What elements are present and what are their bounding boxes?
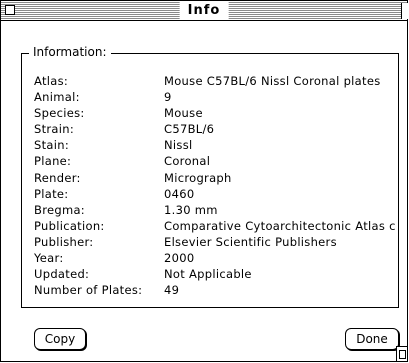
- field-value: Mouse C57BL/6 Nissl Coronal plates: [164, 74, 381, 88]
- field-row-stain: Stain: Nissl: [34, 137, 398, 153]
- field-row-publication: Publication: Comparative Cytoarchitectoni…: [34, 218, 398, 234]
- field-label: Year:: [34, 251, 64, 266]
- field-row-strain: Strain: C57BL/6: [34, 121, 398, 137]
- field-value: C57BL/6: [164, 122, 215, 137]
- field-label: Plane:: [34, 154, 72, 169]
- field-row-publisher: Publisher: Elsevier Scientific Publishers: [34, 234, 398, 250]
- done-button[interactable]: Done: [345, 328, 399, 350]
- field-label: Animal:: [34, 90, 80, 105]
- title-bar[interactable]: Info: [1, 1, 408, 21]
- zoom-box-icon[interactable]: [401, 3, 408, 19]
- field-label: Publisher:: [34, 234, 94, 249]
- field-label: Number of Plates:: [34, 283, 143, 298]
- field-value: 0460: [164, 186, 195, 201]
- field-value: 49: [164, 283, 180, 298]
- field-row-plate: Plate: 0460: [34, 186, 398, 202]
- field-value: Micrograph: [164, 170, 232, 185]
- field-row-render: Render: Micrograph: [34, 170, 398, 186]
- close-box-icon[interactable]: [5, 5, 15, 15]
- field-value: Nissl: [164, 138, 193, 153]
- field-value: Coronal: [164, 154, 211, 169]
- field-label: Publication:: [34, 218, 105, 233]
- field-label: Stain:: [34, 138, 70, 153]
- window-title: Info: [179, 2, 229, 19]
- field-label: Plate:: [34, 186, 69, 201]
- field-row-species: Species: Mouse: [34, 105, 398, 121]
- field-label: Atlas:: [34, 74, 69, 88]
- field-row-plane: Plane: Coronal: [34, 153, 398, 169]
- field-value: Not Applicable: [164, 267, 252, 282]
- field-value: Elsevier Scientific Publishers: [164, 234, 337, 249]
- field-row-number-of-plates: Number of Plates: 49: [34, 282, 398, 298]
- resize-grow-box-icon[interactable]: [396, 346, 407, 361]
- information-group-label: Information:: [29, 45, 111, 59]
- field-row-bregma: Bregma: 1.30 mm: [34, 202, 398, 218]
- info-fields: Atlas: Mouse C57BL/6 Nissl Coronal plates…: [34, 73, 398, 298]
- field-row-updated: Updated: Not Applicable: [34, 266, 398, 282]
- field-value: 2000: [164, 251, 195, 266]
- field-label: Strain:: [34, 122, 75, 137]
- field-value: Comparative Cytoarchitectonic Atlas c: [164, 218, 396, 233]
- field-row-year: Year: 2000: [34, 250, 398, 266]
- field-value: 9: [164, 90, 172, 105]
- field-label: Bregma:: [34, 202, 85, 217]
- field-label: Updated:: [34, 267, 90, 282]
- field-row-atlas: Atlas: Mouse C57BL/6 Nissl Coronal plates: [34, 73, 398, 89]
- field-row-animal: Animal: 9: [34, 89, 398, 105]
- info-window: Info Information: Atlas: Mouse C57BL/6 Ni…: [0, 0, 408, 362]
- field-label: Render:: [34, 170, 81, 185]
- field-value: Mouse: [164, 106, 203, 121]
- copy-button[interactable]: Copy: [34, 328, 86, 350]
- field-label: Species:: [34, 106, 85, 121]
- field-value: 1.30 mm: [164, 202, 218, 217]
